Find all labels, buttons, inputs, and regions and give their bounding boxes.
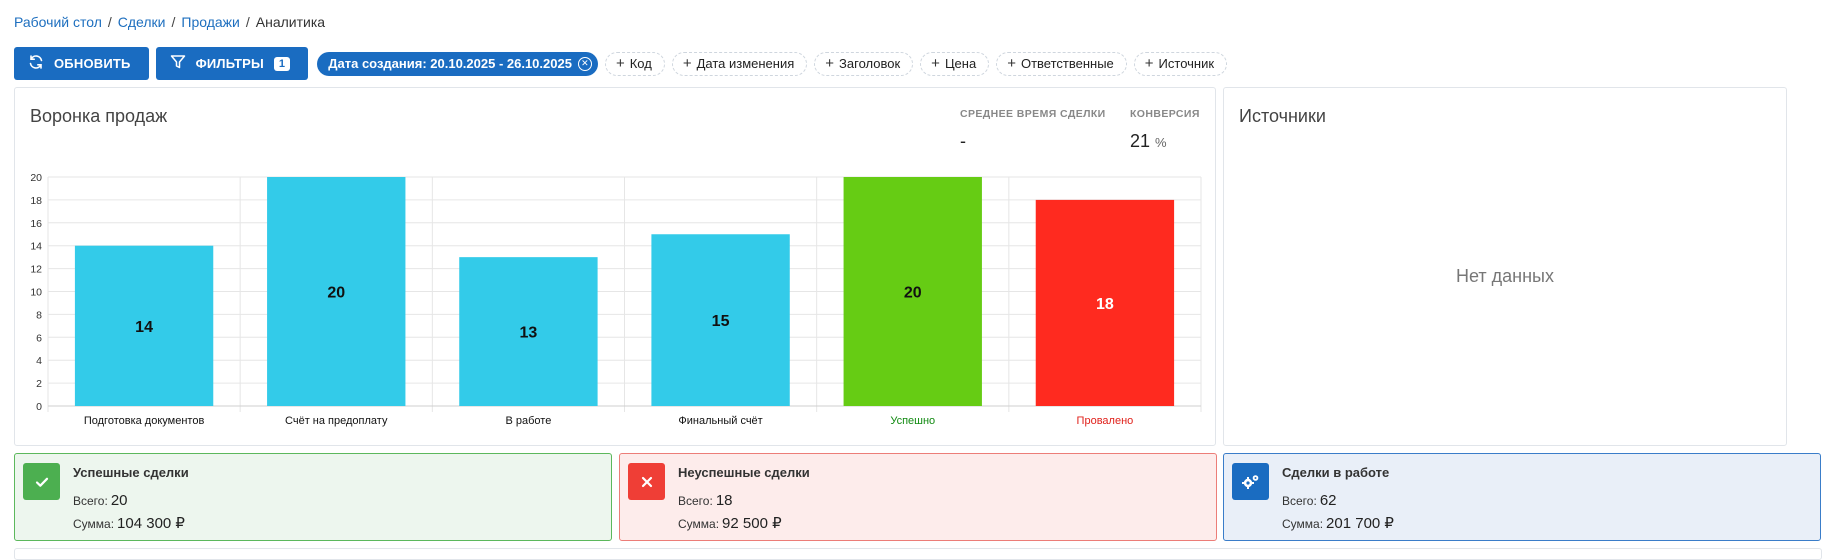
card-total-label: Всего: — [73, 494, 108, 508]
breadcrumb: Рабочий стол / Сделки / Продажи / Аналит… — [14, 14, 325, 30]
chip-label: Код — [629, 56, 652, 71]
breadcrumb-separator: / — [107, 14, 112, 30]
card-title: Успешные сделки — [73, 465, 189, 480]
card-sum-value: 92 500 ₽ — [722, 515, 782, 532]
active-filter-label: Дата создания: 20.10.2025 - 26.10.2025 — [328, 56, 572, 71]
sources-panel: Источники Нет данных — [1223, 87, 1787, 446]
next-panel-edge — [14, 548, 1822, 560]
plus-icon: + — [1144, 55, 1154, 72]
filters-count-badge: 1 — [273, 56, 291, 71]
filter-chip-responsible[interactable]: + Ответственные — [996, 51, 1127, 76]
x-category-label: Успешно — [890, 415, 935, 427]
y-tick-label: 18 — [30, 195, 42, 207]
plus-icon: + — [1007, 55, 1016, 72]
card-title: Сделки в работе — [1282, 465, 1390, 480]
plus-icon: + — [615, 55, 625, 72]
close-icon — [628, 463, 665, 500]
filters-button[interactable]: ФИЛЬТРЫ 1 — [155, 47, 309, 80]
chip-label: Цена — [944, 56, 977, 71]
card-total-label: Всего: — [1282, 494, 1317, 508]
filter-chip-code[interactable]: + Код — [604, 51, 665, 76]
breadcrumb-link-sales[interactable]: Продажи — [181, 14, 239, 30]
card-sum-value: 104 300 ₽ — [117, 515, 185, 532]
filters-label: ФИЛЬТРЫ — [195, 56, 264, 71]
breadcrumb-current: Аналитика — [255, 14, 326, 30]
breadcrumb-link-desktop[interactable]: Рабочий стол — [14, 14, 102, 30]
card-sum-label: Сумма: — [678, 517, 720, 531]
card-total-row: Всего: 62 — [1282, 492, 1337, 509]
bar-value-label: 15 — [712, 313, 730, 330]
filter-chip-modified-date[interactable]: + Дата изменения — [671, 51, 808, 76]
card-sum-value: 201 700 ₽ — [1326, 515, 1394, 532]
successful-deals-card: Успешные сделки Всего: 20 Сумма: 104 300 ₽ — [14, 453, 612, 541]
gears-icon — [1232, 463, 1269, 500]
filter-chip-source[interactable]: + Источник — [1133, 51, 1228, 76]
card-title: Неуспешные сделки — [678, 465, 810, 480]
chip-label: Дата изменения — [696, 56, 795, 71]
toolbar: ОБНОВИТЬ ФИЛЬТРЫ 1 Дата создания: 20.10.… — [14, 47, 1228, 80]
x-category-label: Провалено — [1077, 415, 1134, 427]
check-icon — [23, 463, 60, 500]
y-tick-label: 6 — [36, 332, 42, 344]
chip-label: Заголовок — [839, 56, 901, 71]
y-tick-label: 2 — [36, 378, 42, 390]
sales-funnel-panel: Воронка продаж СРЕДНЕЕ ВРЕМЯ СДЕЛКИ - КО… — [14, 87, 1216, 446]
failed-deals-card: Неуспешные сделки Всего: 18 Сумма: 92 500 … — [619, 453, 1217, 541]
card-sum-row: Сумма: 104 300 ₽ — [73, 514, 185, 532]
y-tick-label: 16 — [30, 218, 42, 230]
bar-value-label: 18 — [1096, 296, 1114, 313]
card-sum-row: Сумма: 92 500 ₽ — [678, 514, 782, 532]
y-tick-label: 8 — [36, 309, 42, 321]
no-data-text: Нет данных — [1456, 266, 1554, 286]
plus-icon: + — [931, 55, 940, 72]
card-total-value: 18 — [715, 492, 733, 509]
card-sum-row: Сумма: 201 700 ₽ — [1282, 514, 1394, 532]
filter-chip-price[interactable]: + Цена — [920, 51, 990, 76]
funnel-bar-chart: 0 2 4 6 8 10 12 14 16 18 20 14 Подготовка документов… — [30, 172, 1202, 427]
y-tick-label: 4 — [36, 355, 42, 367]
card-sum-label: Сумма: — [73, 517, 115, 531]
bar-value-label: 20 — [904, 285, 922, 302]
y-tick-label: 14 — [30, 241, 42, 253]
y-tick-label: 0 — [36, 401, 42, 413]
active-filter-chip[interactable]: Дата создания: 20.10.2025 - 26.10.2025 ✕ — [317, 51, 598, 76]
plus-icon: + — [682, 55, 692, 72]
x-category-label: Финальный счёт — [678, 415, 762, 427]
filter-icon — [170, 54, 186, 73]
breadcrumb-separator: / — [245, 14, 250, 30]
bar-value-label: 13 — [520, 325, 538, 342]
x-category-label: Счёт на предоплату — [285, 415, 388, 427]
y-tick-label: 10 — [30, 287, 42, 299]
refresh-label: ОБНОВИТЬ — [54, 56, 131, 71]
card-sum-label: Сумма: — [1282, 517, 1324, 531]
card-total-value: 62 — [1319, 492, 1337, 509]
x-category-label: Подготовка документов — [84, 415, 205, 427]
card-total-row: Всего: 20 — [73, 492, 128, 509]
close-icon[interactable]: ✕ — [577, 56, 592, 71]
card-total-row: Всего: 18 — [678, 492, 733, 509]
bar-value-label: 20 — [327, 285, 345, 302]
breadcrumb-separator: / — [171, 14, 176, 30]
bar-value-label: 14 — [135, 319, 153, 336]
chip-label: Источник — [1158, 56, 1215, 71]
y-tick-label: 20 — [30, 172, 42, 184]
refresh-button[interactable]: ОБНОВИТЬ — [14, 47, 149, 80]
card-total-label: Всего: — [678, 494, 713, 508]
plus-icon: + — [825, 55, 835, 72]
deals-in-progress-card: Сделки в работе Всего: 62 Сумма: 201 700 ₽ — [1223, 453, 1821, 541]
card-total-value: 20 — [110, 492, 128, 509]
chip-label: Ответственные — [1020, 56, 1114, 71]
filter-chip-title[interactable]: + Заголовок — [814, 51, 914, 76]
y-tick-label: 12 — [30, 264, 42, 276]
x-category-label: В работе — [505, 415, 551, 427]
refresh-icon — [28, 54, 44, 73]
breadcrumb-link-deals[interactable]: Сделки — [118, 14, 166, 30]
